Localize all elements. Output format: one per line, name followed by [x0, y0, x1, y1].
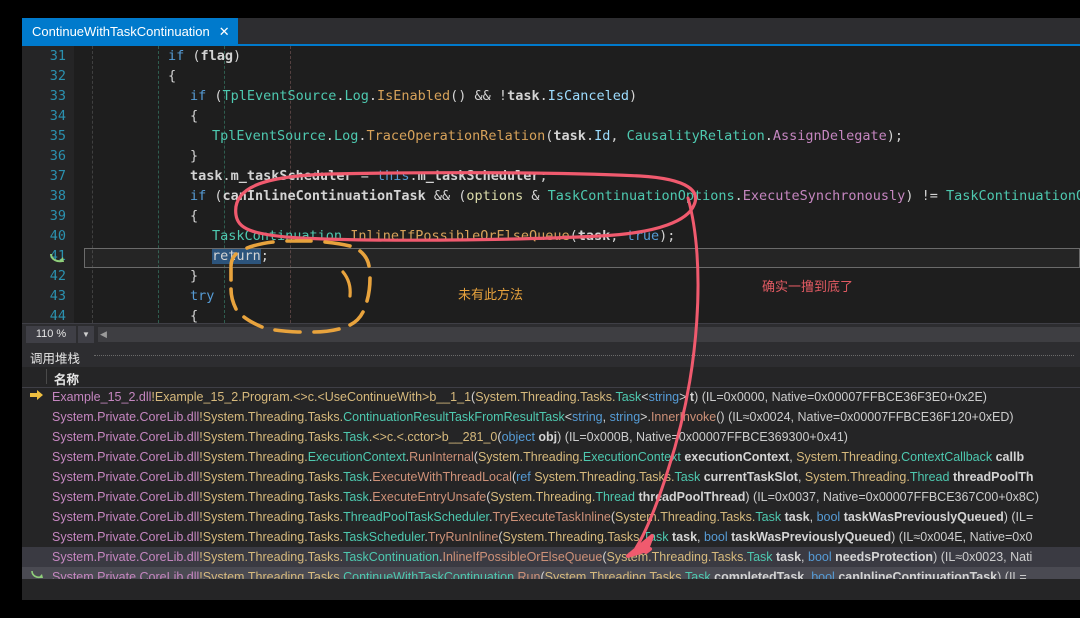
call-stack-frame-text: System.Private.CoreLib.dll!System.Thread… [52, 447, 1024, 467]
call-stack-row[interactable]: System.Private.CoreLib.dll!System.Thread… [22, 427, 1080, 447]
code-text: try [190, 286, 214, 306]
code-text: TaskContinuation.InlineIfPossibleOrElseQ… [212, 226, 675, 246]
code-text: } [190, 266, 198, 286]
code-text: { [168, 66, 176, 86]
code-text: { [190, 306, 198, 323]
call-stack-rows[interactable]: Example_15_2.dll!Example_15_2.Program.<>… [22, 387, 1080, 579]
call-stack-row[interactable]: System.Private.CoreLib.dll!System.Thread… [22, 467, 1080, 487]
code-line[interactable]: 36} [74, 146, 1080, 166]
call-stack-column-header[interactable]: 名称 [22, 367, 1080, 388]
screenshot-root: ContinueWithTaskContinuation ✕ 31if (fla… [0, 0, 1080, 618]
header-divider [94, 355, 1074, 357]
editor-tab-strip: ContinueWithTaskContinuation ✕ [22, 18, 1080, 44]
code-text: { [190, 206, 198, 226]
line-number: 32 [22, 66, 66, 86]
line-number: 39 [22, 206, 66, 226]
line-number: 31 [22, 46, 66, 66]
tab-label: ContinueWithTaskContinuation [32, 25, 210, 38]
close-icon[interactable]: ✕ [219, 25, 230, 38]
line-number: 37 [22, 166, 66, 186]
current-statement-highlight [84, 248, 1080, 268]
code-line[interactable]: 37task.m_taskScheduler = this.m_taskSche… [74, 166, 1080, 186]
line-number: 44 [22, 306, 66, 323]
column-header-name: 名称 [54, 369, 79, 388]
code-line[interactable]: 35TplEventSource.Log.TraceOperationRelat… [74, 126, 1080, 146]
editor-code-area[interactable]: 31if (flag)32{33if (TplEventSource.Log.I… [74, 46, 1080, 323]
code-line[interactable]: 38if (canInlineContinuationTask && (opti… [74, 186, 1080, 206]
current-frame-icon [28, 387, 46, 407]
code-line[interactable]: 40TaskContinuation.InlineIfPossibleOrEls… [74, 226, 1080, 246]
code-line[interactable]: 43try [74, 286, 1080, 306]
code-line[interactable]: 34{ [74, 106, 1080, 126]
line-number: 43 [22, 286, 66, 306]
code-line[interactable]: 32{ [74, 66, 1080, 86]
call-stack-panel: 调用堆栈 名称 Example_15_2.dll!Example_15_2.Pr… [22, 345, 1080, 600]
call-stack-row[interactable]: System.Private.CoreLib.dll!System.Thread… [22, 527, 1080, 547]
code-text: } [190, 146, 198, 166]
call-stack-frame-text: System.Private.CoreLib.dll!System.Thread… [52, 567, 1027, 579]
code-text: if (canInlineContinuationTask && (option… [190, 186, 1080, 206]
code-line[interactable]: 42} [74, 266, 1080, 286]
code-text: TplEventSource.Log.TraceOperationRelatio… [212, 126, 903, 146]
call-stack-frame-text: System.Private.CoreLib.dll!System.Thread… [52, 547, 1032, 567]
code-text: if (flag) [168, 46, 241, 66]
code-text: { [190, 106, 198, 126]
line-number: 40 [22, 226, 66, 246]
editor-horizontal-scrollbar[interactable]: ◀ [98, 327, 1080, 342]
call-stack-row[interactable]: System.Private.CoreLib.dll!System.Thread… [22, 487, 1080, 507]
return-arrow-icon [48, 251, 66, 267]
line-number: 38 [22, 186, 66, 206]
return-frame-icon [28, 567, 46, 579]
line-number: 35 [22, 126, 66, 146]
code-line[interactable]: 44{ [74, 306, 1080, 323]
call-stack-frame-text: System.Private.CoreLib.dll!System.Thread… [52, 427, 848, 447]
call-stack-frame-text: System.Private.CoreLib.dll!System.Thread… [52, 507, 1033, 527]
code-line[interactable]: 33if (TplEventSource.Log.IsEnabled() && … [74, 86, 1080, 106]
call-stack-row[interactable]: System.Private.CoreLib.dll!System.Thread… [22, 407, 1080, 427]
call-stack-row[interactable]: System.Private.CoreLib.dll!System.Thread… [22, 547, 1080, 567]
tab-continue-with-task-continuation[interactable]: ContinueWithTaskContinuation ✕ [22, 18, 238, 44]
call-stack-row[interactable]: System.Private.CoreLib.dll!System.Thread… [22, 447, 1080, 467]
editor-status-strip: 110 % ▼ ◀ [22, 323, 1080, 346]
code-text: if (TplEventSource.Log.IsEnabled() && !t… [190, 86, 637, 106]
call-stack-frame-text: Example_15_2.dll!Example_15_2.Program.<>… [52, 387, 987, 407]
line-number: 36 [22, 146, 66, 166]
code-text: task.m_taskScheduler = this.m_taskSchedu… [190, 166, 548, 186]
call-stack-frame-text: System.Private.CoreLib.dll!System.Thread… [52, 467, 1034, 487]
code-line[interactable]: 39{ [74, 206, 1080, 226]
call-stack-title: 调用堆栈 [30, 348, 80, 367]
chevron-down-icon[interactable]: ▼ [78, 326, 94, 343]
call-stack-frame-text: System.Private.CoreLib.dll!System.Thread… [52, 487, 1039, 507]
call-stack-frame-text: System.Private.CoreLib.dll!System.Thread… [52, 527, 1032, 547]
line-number: 42 [22, 266, 66, 286]
call-stack-row[interactable]: Example_15_2.dll!Example_15_2.Program.<>… [22, 387, 1080, 407]
zoom-level-value[interactable]: 110 % [26, 326, 76, 343]
column-separator [46, 369, 47, 384]
scroll-left-icon[interactable]: ◀ [100, 329, 107, 340]
call-stack-row[interactable]: System.Private.CoreLib.dll!System.Thread… [22, 507, 1080, 527]
call-stack-row[interactable]: System.Private.CoreLib.dll!System.Thread… [22, 567, 1080, 579]
code-editor[interactable]: 31if (flag)32{33if (TplEventSource.Log.I… [22, 46, 1080, 323]
call-stack-frame-text: System.Private.CoreLib.dll!System.Thread… [52, 407, 1014, 427]
line-number: 33 [22, 86, 66, 106]
code-line[interactable]: 31if (flag) [74, 46, 1080, 66]
call-stack-header: 调用堆栈 [22, 345, 1080, 367]
line-number: 34 [22, 106, 66, 126]
